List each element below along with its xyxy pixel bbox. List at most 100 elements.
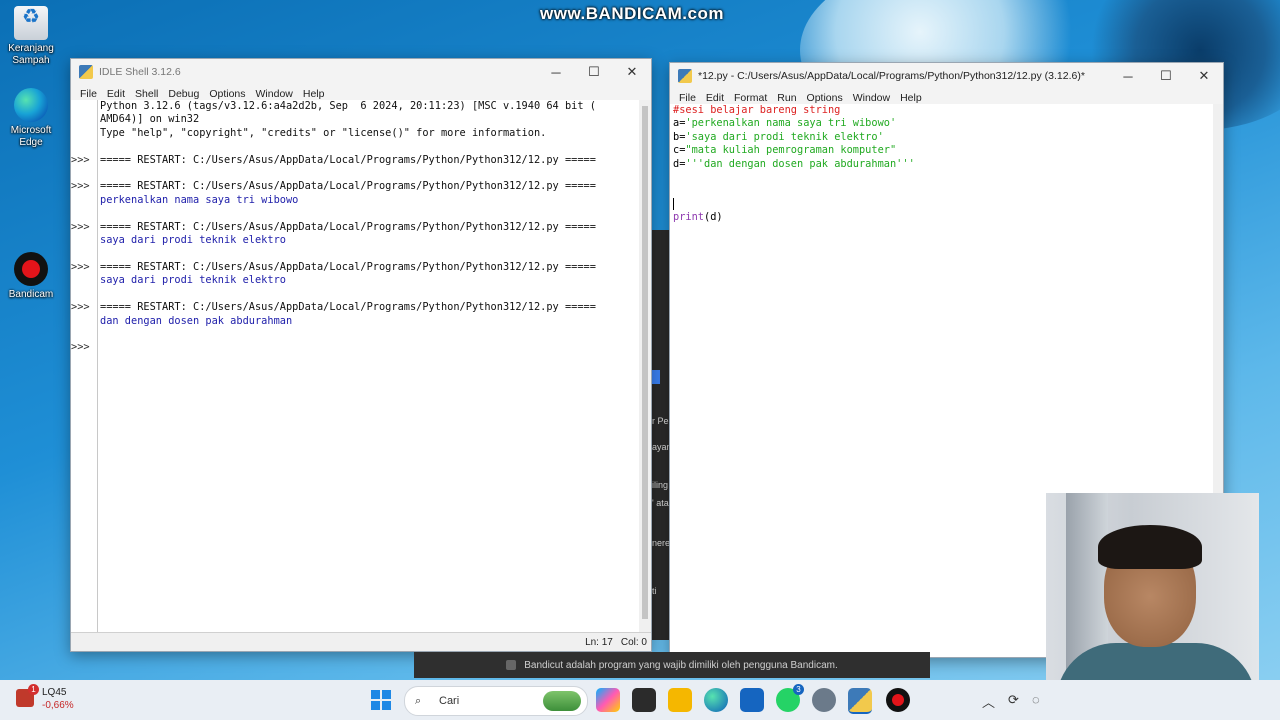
search-highlight-image bbox=[543, 691, 581, 711]
windows-logo-tile bbox=[382, 701, 391, 710]
code-string: "mata kuliah pemrograman komputer" bbox=[685, 144, 897, 157]
menu-help[interactable]: Help bbox=[895, 92, 927, 104]
search-icon: ⌕ bbox=[415, 694, 422, 707]
shell-line: AMD64)] on win32 bbox=[100, 113, 200, 126]
menu-edit[interactable]: Edit bbox=[102, 88, 130, 100]
stock-ticker: LQ45 bbox=[42, 687, 67, 698]
file-explorer-icon[interactable] bbox=[668, 688, 692, 712]
scrollbar-thumb[interactable] bbox=[642, 106, 648, 619]
menu-debug[interactable]: Debug bbox=[163, 88, 204, 100]
prompt-gutter: >>> >>> >>> >>> >>> >>> bbox=[71, 100, 98, 633]
shell-scrollbar[interactable] bbox=[639, 100, 651, 633]
network-icon[interactable]: ◌ bbox=[1032, 692, 1040, 707]
desktop-icon-bandicam[interactable]: Bandicam bbox=[0, 252, 62, 301]
menu-help[interactable]: Help bbox=[298, 88, 330, 100]
background-text: nere bbox=[652, 538, 670, 548]
desktop-icon-edge[interactable]: Microsoft Edge bbox=[0, 88, 62, 149]
notification-toast[interactable]: Bandicut adalah program yang wajib dimil… bbox=[414, 652, 930, 678]
taskbar-search[interactable]: ⌕ Cari bbox=[404, 686, 588, 716]
menu-file[interactable]: File bbox=[75, 88, 102, 100]
code-string: '''dan dengan dosen pak abdurahman''' bbox=[685, 157, 915, 170]
bandicam-taskbar-icon[interactable] bbox=[886, 688, 910, 712]
shell-prompt: >>> bbox=[71, 260, 90, 273]
shell-prompt: >>> bbox=[71, 180, 90, 193]
start-button[interactable] bbox=[371, 690, 391, 710]
idle-shell-window[interactable]: IDLE Shell 3.12.6 ─ ☐ ✕ File Edit Shell … bbox=[70, 58, 652, 652]
shell-line: ===== RESTART: C:/Users/Asus/AppData/Loc… bbox=[100, 220, 596, 233]
menu-options[interactable]: Options bbox=[802, 92, 848, 104]
shell-line: ===== RESTART: C:/Users/Asus/AppData/Loc… bbox=[100, 180, 596, 193]
menu-edit[interactable]: Edit bbox=[701, 92, 729, 104]
notification-badge: 1 bbox=[28, 684, 39, 695]
record-dot bbox=[892, 694, 904, 706]
maximize-button[interactable]: ☐ bbox=[575, 59, 613, 85]
desktop-icon-recycle-bin[interactable]: Keranjang Sampah bbox=[0, 6, 62, 67]
desktop-icon-label: Bandicam bbox=[8, 289, 54, 300]
code-builtin: print bbox=[673, 211, 704, 224]
shell-line: Python 3.12.6 (tags/v3.12.6:a4a2d2b, Sep… bbox=[100, 100, 596, 112]
edge-icon bbox=[14, 88, 48, 122]
shell-output[interactable]: Python 3.12.6 (tags/v3.12.6:a4a2d2b, Sep… bbox=[98, 100, 639, 633]
code-string: 'saya dari prodi teknik elektro' bbox=[685, 130, 884, 143]
minimize-button[interactable]: ─ bbox=[537, 59, 575, 85]
chevron-up-icon[interactable]: ︿ bbox=[982, 692, 995, 711]
code-comment: #sesi belajar bareng string bbox=[673, 104, 841, 116]
code-var: c= bbox=[673, 144, 686, 157]
whatsapp-icon[interactable]: 3 bbox=[776, 684, 804, 712]
edge-icon[interactable] bbox=[704, 688, 728, 712]
menu-shell[interactable]: Shell bbox=[130, 88, 163, 100]
copilot-icon[interactable] bbox=[596, 688, 620, 712]
menu-options[interactable]: Options bbox=[204, 88, 250, 100]
background-text: r Pe bbox=[652, 416, 669, 426]
program-output: perkenalkan nama saya tri wibowo bbox=[100, 193, 299, 206]
editor-titlebar[interactable]: *12.py - C:/Users/Asus/AppData/Local/Pro… bbox=[670, 63, 1223, 89]
microsoft-store-icon[interactable] bbox=[740, 688, 764, 712]
shell-line: ===== RESTART: C:/Users/Asus/AppData/Loc… bbox=[100, 260, 596, 273]
desktop-icon-label: Keranjang Sampah bbox=[8, 43, 54, 66]
bandicam-icon bbox=[14, 252, 48, 286]
shell-titlebar[interactable]: IDLE Shell 3.12.6 ─ ☐ ✕ bbox=[71, 59, 651, 85]
shell-statusbar: Ln: 17 Col: 0 bbox=[71, 632, 651, 651]
code-var: b= bbox=[673, 130, 686, 143]
code-var: d= bbox=[673, 157, 686, 170]
shell-prompt: >>> bbox=[71, 153, 90, 166]
shell-title: IDLE Shell 3.12.6 bbox=[99, 66, 181, 78]
background-text: iling bbox=[652, 480, 669, 490]
menu-format[interactable]: Format bbox=[729, 92, 772, 104]
whatsapp-badge: 3 bbox=[793, 684, 804, 695]
windows-logo-tile bbox=[371, 701, 380, 710]
menu-window[interactable]: Window bbox=[251, 88, 298, 100]
bandicut-icon bbox=[506, 660, 517, 670]
toast-text: Bandicut adalah program yang wajib dimil… bbox=[524, 659, 838, 671]
background-text: ti bbox=[652, 586, 657, 596]
menu-run[interactable]: Run bbox=[772, 92, 801, 104]
minimize-button[interactable]: ─ bbox=[1109, 63, 1147, 89]
settings-icon[interactable] bbox=[812, 688, 836, 712]
windows-logo-tile bbox=[371, 690, 380, 699]
task-view-icon[interactable] bbox=[632, 688, 656, 712]
shell-line: ===== RESTART: C:/Users/Asus/AppData/Loc… bbox=[100, 153, 596, 166]
menu-file[interactable]: File bbox=[674, 92, 701, 104]
menu-window[interactable]: Window bbox=[848, 92, 895, 104]
python-idle-icon[interactable] bbox=[848, 688, 872, 714]
background-text: ' ata bbox=[652, 498, 669, 508]
windows-logo-tile bbox=[382, 690, 391, 699]
shell-body[interactable]: >>> >>> >>> >>> >>> >>> Python 3.12.6 (t… bbox=[71, 100, 651, 633]
close-button[interactable]: ✕ bbox=[613, 59, 651, 85]
close-button[interactable]: ✕ bbox=[1185, 63, 1223, 89]
shell-line: Type "help", "copyright", "credits" or "… bbox=[100, 126, 547, 139]
maximize-button[interactable]: ☐ bbox=[1147, 63, 1185, 89]
shell-prompt: >>> bbox=[71, 301, 90, 314]
stock-widget[interactable]: 1 LQ45 -0,66% bbox=[16, 684, 74, 712]
taskbar: 1 LQ45 -0,66% ⌕ Cari 3 ︿ ⟳ ◌ bbox=[0, 680, 1280, 720]
sync-icon[interactable]: ⟳ bbox=[1008, 692, 1019, 708]
